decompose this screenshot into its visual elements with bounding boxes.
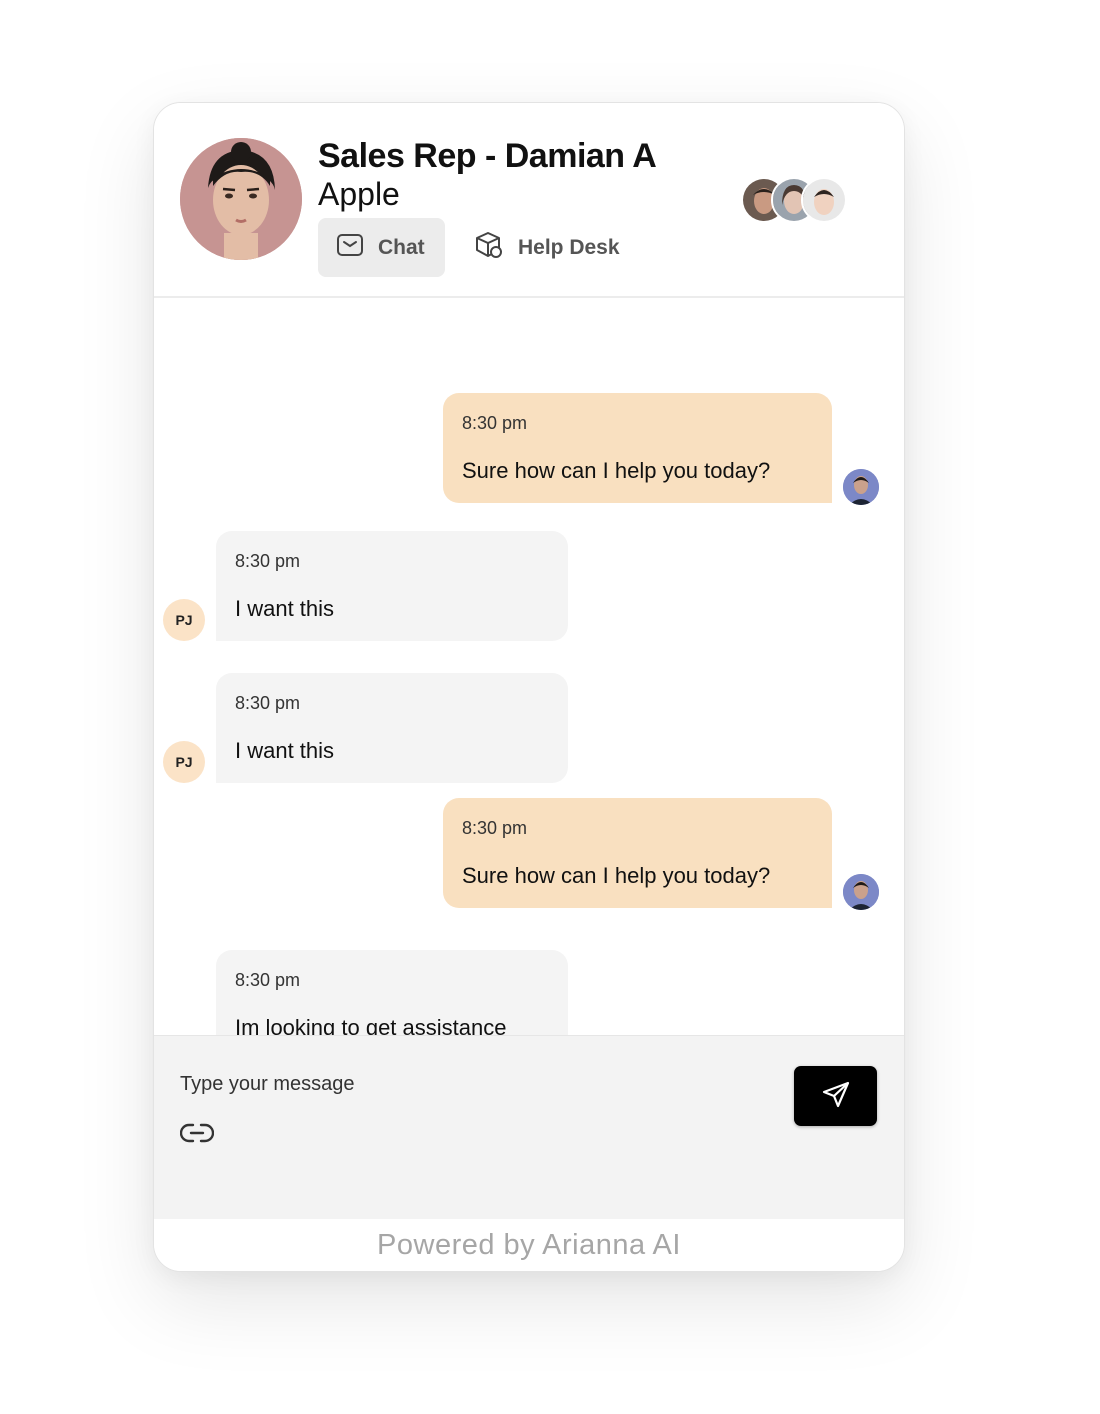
box-icon	[474, 231, 504, 265]
mail-icon	[336, 233, 364, 263]
message-text: Sure how can I help you today?	[462, 863, 771, 888]
send-icon	[820, 1079, 852, 1114]
tab-help-desk-label: Help Desk	[518, 235, 620, 259]
agent-name: Sales Rep - Damian A	[318, 137, 657, 175]
agent-avatar	[180, 138, 302, 260]
powered-by-footer: Powered by Arianna AI	[154, 1219, 904, 1271]
company-name: Apple	[318, 176, 400, 212]
message-text: I want this	[235, 596, 335, 621]
user-message-bubble: 8:30 pm Im looking to get assistance	[216, 950, 568, 1035]
user-message-bubble: 8:30 pm I want this	[216, 673, 568, 783]
message-time: 8:30 pm	[235, 551, 301, 571]
user-initials-avatar: PJ	[163, 599, 205, 641]
tab-chat[interactable]: Chat	[318, 218, 445, 277]
tab-help-desk[interactable]: Help Desk	[474, 218, 634, 277]
user-initials-avatar: PJ	[163, 741, 205, 783]
link-icon[interactable]	[179, 1120, 215, 1146]
message-time: 8:30 pm	[235, 693, 301, 713]
chat-header: Sales Rep - Damian A Apple Chat Help Des…	[154, 103, 904, 298]
message-composer	[154, 1035, 904, 1220]
rep-avatar	[843, 469, 879, 505]
tab-chat-label: Chat	[378, 235, 425, 259]
chat-widget: Sales Rep - Damian A Apple Chat Help Des…	[153, 102, 905, 1272]
rep-avatar	[843, 874, 879, 910]
message-time: 8:30 pm	[462, 818, 528, 838]
message-text: Sure how can I help you today?	[462, 458, 771, 483]
user-message-bubble: 8:30 pm I want this	[216, 531, 568, 641]
chat-messages: 8:30 pm Sure how can I help you today? 8…	[154, 298, 904, 1035]
message-text: Im looking to get assistance	[235, 1015, 507, 1035]
message-time: 8:30 pm	[462, 413, 528, 433]
message-input[interactable]	[180, 1064, 740, 1104]
message-text: I want this	[235, 738, 335, 763]
send-button[interactable]	[794, 1066, 877, 1126]
agent-message-bubble: 8:30 pm Sure how can I help you today?	[443, 393, 832, 503]
message-time: 8:30 pm	[235, 970, 301, 990]
agent-message-bubble: 8:30 pm Sure how can I help you today?	[443, 798, 832, 908]
team-avatar	[801, 177, 847, 223]
team-avatars	[741, 177, 851, 223]
